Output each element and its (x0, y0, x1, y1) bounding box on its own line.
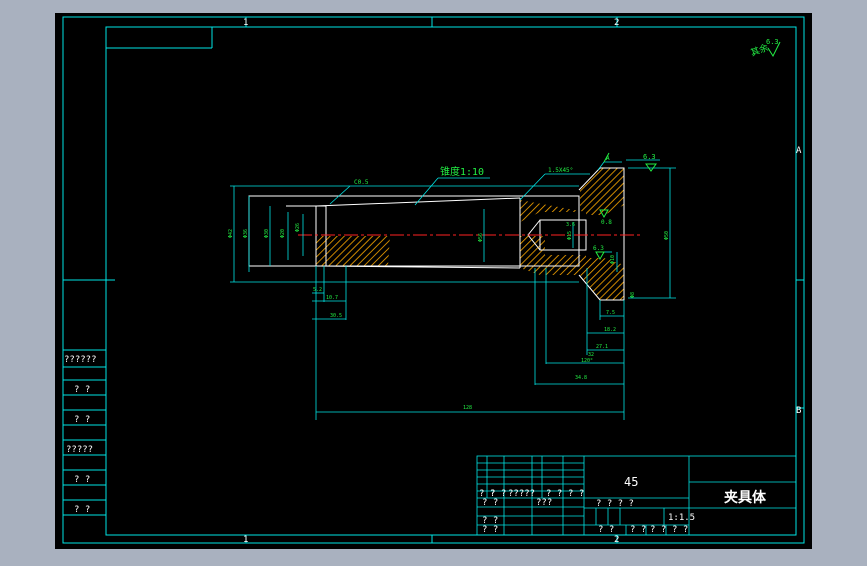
hatch-left-bottom (316, 236, 390, 266)
dim-d-outer-right: Φ50 (664, 231, 670, 240)
chamfer-small-label: C0.5 (354, 179, 369, 186)
left-panel-text: ? ? (74, 475, 90, 485)
dim-len-3-6: 3.6 (566, 222, 575, 228)
sheet-cell: ? ? (672, 525, 688, 535)
dim-len-10-7: 10.7 (326, 295, 338, 301)
zone-label-top-2: 2 (614, 18, 619, 28)
left-panel-text: ????? (66, 445, 93, 455)
roughness-mid-label: 0.8 (601, 219, 612, 226)
row-a-cell: ??? (536, 498, 552, 508)
dim-len-34-8: 34.8 (575, 375, 587, 381)
left-panel-text: ? ? (74, 385, 90, 395)
dim-d-bore-right: Φ15 (567, 231, 573, 240)
dim-d-left-outer: Φ42 (228, 229, 234, 238)
sheet-cell: ? ? (650, 525, 666, 535)
dim-d-left-mid: Φ36 (243, 229, 249, 238)
left-panel-text: ?????? (64, 355, 97, 365)
left-panel-text: ? ? (74, 505, 90, 515)
roughness-lower-label: 6.3 (593, 245, 604, 252)
dim-len-30-5: 30.5 (330, 313, 342, 319)
dim-d-small: Φ10 (610, 255, 616, 264)
sheet-cell: ? ? (630, 525, 646, 535)
zone-label-right-a: A (796, 146, 802, 156)
dim-d-left-bore: Φ20 (280, 229, 286, 238)
drawing-sheet (55, 13, 812, 549)
row-a-cell: ? ? (482, 498, 498, 508)
dim-d-mid: Φ26 (295, 223, 301, 232)
dim-len-total: 128 (463, 405, 472, 411)
left-panel-text: ? ? (74, 415, 90, 425)
header-cell: ? ? (568, 489, 584, 499)
dim-len-27-1: 27.1 (596, 344, 608, 350)
part-name: 夹具体 (724, 489, 767, 506)
perpendicularity-label: A (606, 155, 610, 162)
corner-roughness: 6.3 (766, 38, 779, 46)
row-b-cell: ? ? (482, 525, 498, 535)
dim-len-18-2: 18.2 (604, 327, 616, 333)
drawing-canvas: 1 2 1 2 A B ?????? ? ? ? ? ????? ? ? ? ?… (0, 0, 867, 562)
zone-label-bottom-2: 2 (614, 535, 619, 545)
sheet-cell: ? ? (598, 525, 614, 535)
dim-angle: 120° (581, 358, 593, 364)
dim-len-7-5: 7.5 (606, 310, 615, 316)
taper-label: 锥度1:10 (440, 165, 484, 178)
stage-label: ? ? ? ? (596, 499, 634, 509)
zone-label-right-b: B (796, 406, 801, 416)
chamfer-large-label: 1.5X45° (548, 167, 573, 174)
dim-d-step: Φ8 (630, 292, 636, 298)
dim-len-5-2: 5.2 (313, 287, 322, 293)
header-cell: ????? (508, 489, 535, 499)
dim-d-flange: Φ56 (478, 233, 484, 242)
dim-d-left-inner: Φ30 (264, 229, 270, 238)
zone-label-bottom-1: 1 (243, 535, 248, 545)
zone-label-top-1: 1 (243, 18, 248, 28)
roughness-top-label: 6.3 (643, 153, 656, 161)
scale-text: 1:1.5 (668, 513, 695, 523)
material-text: 45 (624, 475, 638, 489)
